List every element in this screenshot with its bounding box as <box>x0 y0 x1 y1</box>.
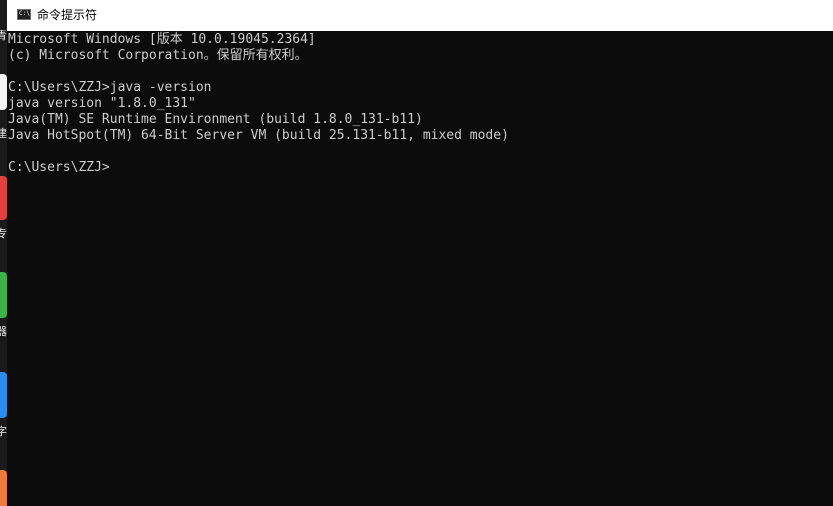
desktop-strip: 青 建 专 器 字 <box>0 0 7 506</box>
cmd-icon: C:\ <box>17 9 31 20</box>
desktop-shortcut-label: 青 <box>0 29 7 42</box>
console-line-vm: Java HotSpot(TM) 64-Bit Server VM (build… <box>8 128 509 143</box>
desktop-shortcut-label: 字 <box>0 425 7 438</box>
console-line-runtime: Java(TM) SE Runtime Environment (build 1… <box>8 112 423 127</box>
desktop-shortcut-label: 建 <box>0 127 7 140</box>
console-line-banner: Microsoft Windows [版本 10.0.19045.2364] <box>8 32 316 47</box>
desktop-shortcut-white-icon[interactable] <box>0 74 7 110</box>
desktop-shortcut-green-icon[interactable] <box>0 272 7 318</box>
console-line-prompt[interactable]: C:\Users\ZZJ> <box>8 160 110 176</box>
desktop-shortcut-label: 专 <box>0 227 7 240</box>
screen: 青 建 专 器 字 C:\ 命令提示符 Microsoft Windows [版… <box>0 0 833 506</box>
console-line-command: C:\Users\ZZJ>java -version <box>8 80 212 95</box>
desktop-shortcut-label: 器 <box>0 325 7 338</box>
desktop-shortcut-red-icon[interactable] <box>0 176 7 220</box>
window-title: 命令提示符 <box>37 8 98 22</box>
desktop-shortcut-blue-icon[interactable] <box>0 372 7 418</box>
title-bar[interactable]: C:\ 命令提示符 <box>7 0 833 31</box>
console-line-copyright: (c) Microsoft Corporation。保留所有权利。 <box>8 48 308 63</box>
command-prompt-window: C:\ 命令提示符 Microsoft Windows [版本 10.0.190… <box>7 0 833 506</box>
console-output[interactable]: Microsoft Windows [版本 10.0.19045.2364] (… <box>7 31 833 506</box>
console-line-java-version: java version "1.8.0_131" <box>8 96 196 111</box>
desktop-shortcut-orange-icon[interactable] <box>0 470 7 506</box>
cmd-icon-glyph: C:\ <box>19 10 30 17</box>
